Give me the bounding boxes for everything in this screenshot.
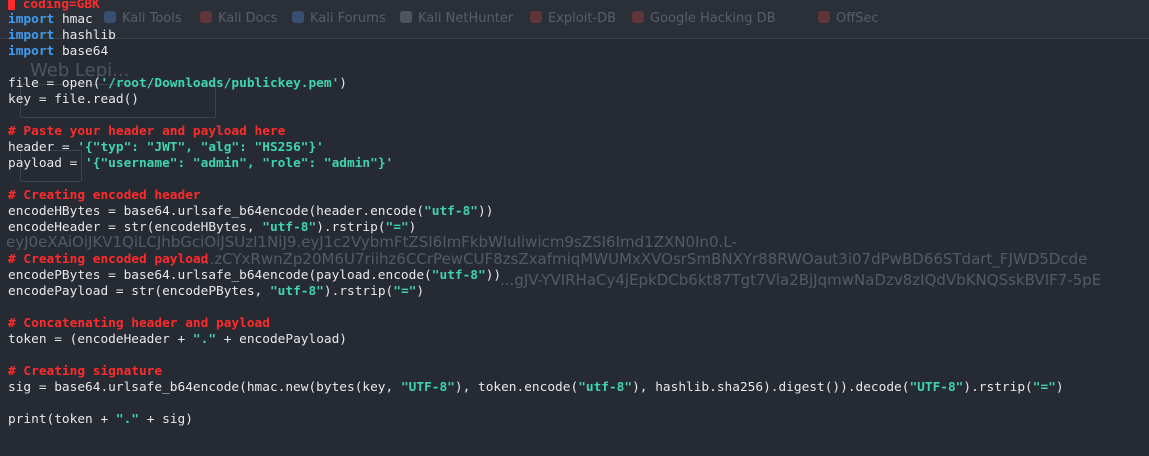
- code-line: key = file.read(): [8, 92, 1064, 108]
- code-text: ).rstrip(: [963, 380, 1033, 395]
- code-string: "=": [385, 220, 409, 235]
- code-text: hashlib: [54, 28, 116, 43]
- code-text: ): [1055, 380, 1064, 395]
- code-keyword: import: [8, 28, 55, 43]
- code-text: ).rstrip(: [323, 284, 394, 299]
- code-text: key = file.read(): [8, 92, 139, 107]
- code-text: encodeHBytes = base64.urlsafe_b64encode(…: [8, 204, 425, 219]
- code-text: encodePayload = str(encodePBytes,: [8, 284, 270, 299]
- code-editor[interactable]: coding=GBK import hmac import hashlib impor…: [8, 0, 1064, 428]
- code-string: '{"username": "admin", "role": "admin"}': [85, 156, 394, 171]
- code-string: "utf-8": [262, 220, 317, 235]
- code-keyword: import: [8, 44, 55, 59]
- code-comment: # Paste your header and payload here: [8, 124, 286, 139]
- code-line: encodeHeader = str(encodeHBytes, "utf-8"…: [8, 220, 1064, 236]
- code-string: ".": [192, 332, 217, 347]
- code-line: # Paste your header and payload here: [8, 124, 1064, 140]
- code-line: file = open('/root/Downloads/publickey.p…: [8, 76, 1064, 92]
- code-comment: # Creating signature: [8, 364, 163, 379]
- code-string: '/root/Downloads/publickey.pem': [100, 76, 340, 91]
- code-line: encodePBytes = base64.urlsafe_b64encode(…: [8, 268, 1064, 284]
- code-string: "utf-8": [431, 268, 486, 283]
- code-line: coding=GBK: [8, 0, 1064, 12]
- code-text: ), hashlib.sha256).digest()).decode(: [632, 380, 910, 395]
- code-text: )): [477, 204, 494, 219]
- code-line: token = (encodeHeader + "." + encodePayl…: [8, 332, 1064, 348]
- code-string: "UTF-8": [909, 380, 964, 395]
- code-text: + sig): [139, 412, 193, 427]
- code-line: encodeHBytes = base64.urlsafe_b64encode(…: [8, 204, 1064, 220]
- code-string: "utf-8": [424, 204, 478, 219]
- code-line: # Concatenating header and payload: [8, 316, 1064, 332]
- code-text: encodePBytes = base64.urlsafe_b64encode(…: [8, 268, 432, 283]
- code-keyword: import: [8, 12, 55, 27]
- code-comment: coding=GBK: [15, 0, 100, 12]
- code-comment: # Creating encoded header: [8, 188, 201, 203]
- code-text: ).rstrip(: [316, 220, 386, 235]
- code-text: file = open(: [8, 76, 101, 91]
- code-line: import hashlib: [8, 28, 1064, 44]
- code-line: payload = '{"username": "admin", "role":…: [8, 156, 1064, 172]
- text-cursor: [8, 0, 15, 10]
- code-comment: # Concatenating header and payload: [8, 316, 270, 331]
- code-string: '{"typ": "JWT", "alg": "HS256"}': [77, 140, 324, 155]
- code-line: # Creating encoded payload: [8, 252, 1064, 268]
- code-comment: # Creating encoded payload: [8, 252, 209, 267]
- code-text: encodeHeader = str(encodeHBytes,: [8, 220, 263, 235]
- code-line: # Creating signature: [8, 364, 1064, 380]
- code-string: "=": [1032, 380, 1056, 395]
- code-line: import base64: [8, 44, 1064, 60]
- code-text: ): [339, 76, 348, 91]
- code-string: ".": [115, 412, 139, 427]
- code-string: "utf-8": [578, 380, 633, 395]
- code-text: )): [485, 268, 502, 283]
- code-text: ): [408, 220, 417, 235]
- code-string: "utf-8": [269, 284, 324, 299]
- code-string: "=": [393, 284, 417, 299]
- code-text: token = (encodeHeader +: [8, 332, 193, 347]
- code-line: import hmac: [8, 12, 1064, 28]
- code-line: sig = base64.urlsafe_b64encode(hmac.new(…: [8, 380, 1064, 396]
- code-text: print(token +: [8, 412, 116, 427]
- code-line: print(token + "." + sig): [8, 412, 1064, 428]
- code-line: # Creating encoded header: [8, 188, 1064, 204]
- code-text: ), token.encode(: [454, 380, 579, 395]
- code-text: payload =: [8, 156, 86, 171]
- code-text: header =: [8, 140, 78, 155]
- code-line: header = '{"typ": "JWT", "alg": "HS256"}…: [8, 140, 1064, 156]
- code-text: base64: [54, 44, 109, 59]
- code-text: hmac: [54, 12, 93, 27]
- code-text: ): [416, 284, 425, 299]
- code-string: "UTF-8": [400, 380, 455, 395]
- code-text: sig = base64.urlsafe_b64encode(hmac.new(…: [8, 380, 401, 395]
- code-line: encodePayload = str(encodePBytes, "utf-8…: [8, 284, 1064, 300]
- code-text: + encodePayload): [216, 332, 348, 347]
